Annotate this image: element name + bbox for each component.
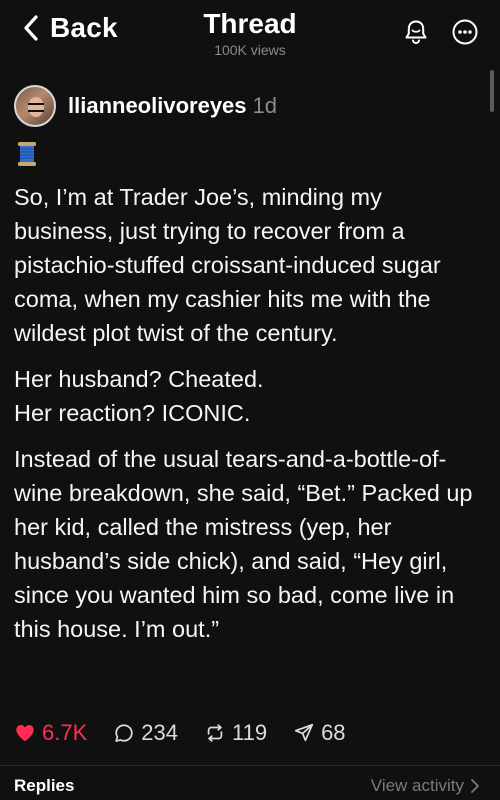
view-activity-label: View activity	[370, 776, 464, 795]
share-icon	[294, 723, 314, 742]
post-paragraph: So, I’m at Trader Joe’s, minding my busi…	[14, 184, 441, 346]
post-paragraph: Her husband? Cheated.	[14, 366, 264, 392]
spool-icon	[18, 142, 36, 166]
more-icon[interactable]	[451, 18, 479, 46]
repost-button[interactable]: 119	[204, 720, 267, 746]
repost-icon	[207, 724, 223, 742]
post-actions: 6.7K 234 119 68	[14, 720, 372, 746]
avatar-glasses	[28, 103, 44, 112]
post-body: So, I’m at Trader Joe’s, minding my busi…	[14, 180, 484, 658]
heart-icon	[16, 725, 34, 742]
post-author: llianneolivoreyes 1d	[14, 85, 277, 127]
post-time: 1d	[252, 93, 278, 118]
share-button[interactable]: 68	[293, 720, 346, 746]
post-paragraph: Her reaction? ICONIC.	[14, 400, 251, 426]
comment-count: 234	[141, 720, 178, 745]
username[interactable]: llianneolivoreyes	[68, 93, 247, 119]
avatar[interactable]	[14, 85, 56, 127]
divider	[0, 765, 500, 766]
repost-count: 119	[231, 720, 268, 745]
scrollbar-thumb[interactable]	[490, 70, 494, 112]
comment-icon	[115, 724, 133, 742]
chevron-right-icon	[471, 779, 479, 793]
bell-icon[interactable]	[402, 18, 430, 46]
top-bar: Back Thread 100K views	[0, 0, 500, 70]
post-paragraph: Instead of the usual tears-and-a-bottle-…	[14, 446, 473, 642]
like-button[interactable]: 6.7K	[14, 720, 87, 746]
like-count: 6.7K	[42, 720, 88, 745]
view-activity-link[interactable]: View activity	[371, 776, 480, 796]
share-count: 68	[321, 720, 346, 745]
comment-button[interactable]: 234	[113, 720, 178, 746]
replies-heading: Replies	[14, 776, 75, 795]
